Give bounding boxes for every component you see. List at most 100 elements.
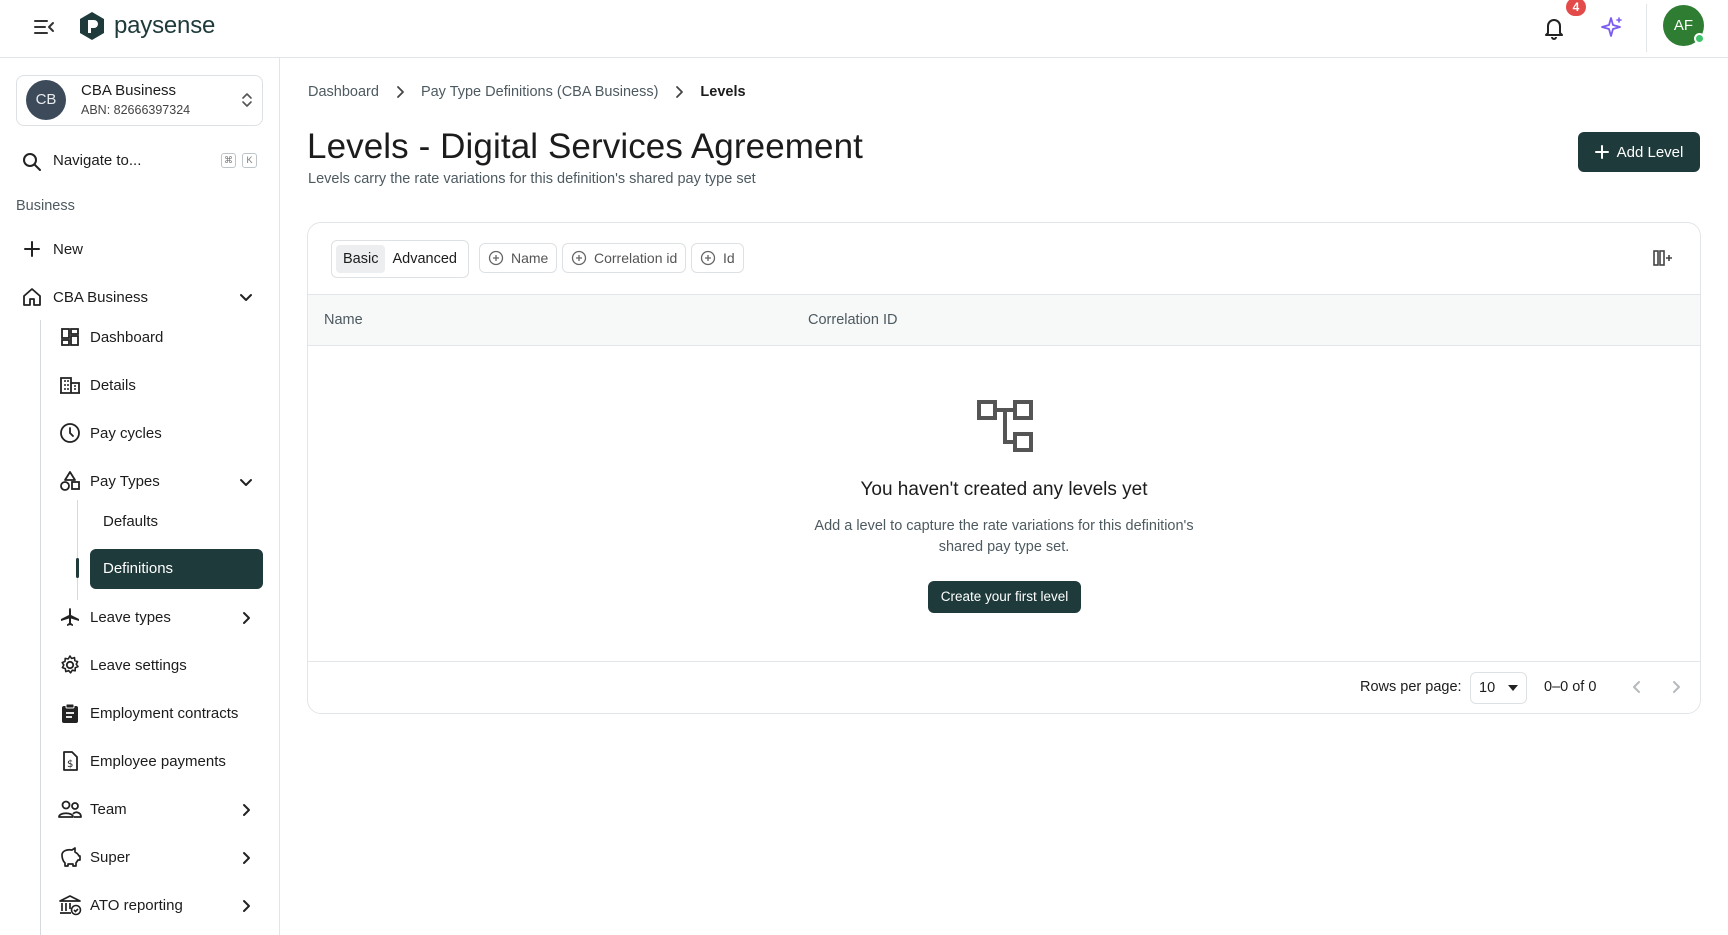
- notifications-bell-icon[interactable]: [1542, 15, 1566, 41]
- tree-line: [40, 320, 41, 935]
- sidebar-item-super[interactable]: Super: [58, 841, 260, 873]
- svg-text:$: $: [67, 759, 73, 770]
- add-circle-icon: [700, 250, 716, 266]
- add-level-button[interactable]: Add Level: [1578, 132, 1700, 172]
- org-name: CBA Business: [81, 82, 177, 99]
- dashboard-icon: [58, 325, 82, 349]
- sidebar-item-label: CBA Business: [53, 288, 149, 306]
- filter-chip-label: Id: [723, 250, 735, 266]
- filter-chip-correlation-id[interactable]: Correlation id: [562, 243, 687, 273]
- sidebar-item-dashboard[interactable]: Dashboard: [58, 321, 163, 353]
- sidebar-item-cba-business[interactable]: CBA Business: [20, 281, 260, 313]
- navigate-search[interactable]: Navigate to... ⌘ K: [20, 149, 265, 177]
- sidebar-item-label: Employee payments: [90, 752, 226, 770]
- logo-mark-icon: [80, 12, 104, 40]
- notification-count-badge: 4: [1566, 0, 1586, 16]
- sidebar-item-details[interactable]: Details: [58, 369, 136, 401]
- org-switcher[interactable]: CB CBA Business ABN: 82666397324: [16, 75, 263, 126]
- empty-state-line-2: shared pay type set.: [938, 539, 1070, 555]
- pagination-range: 0–0 of 0: [1544, 679, 1597, 695]
- invoice-dollar-icon: $: [58, 749, 82, 773]
- app-window: paysense 4 AF CB CBA Business ABN: 82666…: [0, 0, 1728, 935]
- section-label-business: Business: [16, 198, 75, 214]
- filter-chip-name[interactable]: Name: [479, 243, 558, 273]
- next-page-icon[interactable]: [1666, 677, 1686, 697]
- sidebar-item-label: Leave settings: [90, 656, 187, 674]
- airplane-icon: [58, 605, 82, 629]
- column-header-correlation-id[interactable]: Correlation ID: [808, 312, 897, 328]
- add-circle-icon: [488, 250, 504, 266]
- mode-advanced-button[interactable]: Advanced: [385, 245, 464, 273]
- add-circle-icon: [571, 250, 587, 266]
- chevron-right-icon: [243, 612, 250, 624]
- rows-per-page-value: 10: [1479, 680, 1496, 696]
- sidebar-item-employment-contracts[interactable]: Employment contracts: [58, 697, 238, 729]
- ai-sparkle-icon[interactable]: [1600, 15, 1624, 39]
- sidebar-item-employee-payments[interactable]: $ Employee payments: [58, 745, 226, 777]
- sidebar: CB CBA Business ABN: 82666397324 Navigat…: [0, 58, 280, 935]
- online-status-dot: [1694, 33, 1705, 44]
- chevron-right-icon: [676, 86, 684, 98]
- sidebar-item-ato-reporting[interactable]: ATO reporting: [58, 889, 260, 921]
- kbd-cmd: ⌘: [221, 153, 236, 168]
- filter-mode-toggle: Basic Advanced: [331, 240, 469, 278]
- org-avatar: CB: [26, 80, 66, 120]
- chevron-down-icon: [240, 294, 252, 301]
- building-icon: [58, 373, 82, 397]
- chevron-down-icon: [240, 479, 252, 486]
- chevron-right-icon: [243, 852, 250, 864]
- chevron-right-icon: [243, 804, 250, 816]
- user-avatar[interactable]: AF: [1663, 5, 1705, 46]
- sidebar-item-defaults[interactable]: Defaults: [103, 505, 158, 537]
- breadcrumb-pay-type-definitions[interactable]: Pay Type Definitions (CBA Business): [421, 84, 658, 100]
- caret-down-icon: [1508, 685, 1518, 691]
- sidebar-item-label: ATO reporting: [90, 896, 183, 914]
- mode-basic-button[interactable]: Basic: [336, 245, 386, 273]
- sidebar-item-label: Leave types: [90, 608, 171, 626]
- topbar-divider: [1646, 4, 1647, 52]
- shapes-icon: [58, 469, 82, 493]
- previous-page-icon[interactable]: [1627, 677, 1647, 697]
- breadcrumb: Dashboard Pay Type Definitions (CBA Busi…: [308, 84, 746, 100]
- empty-state-description: Add a level to capture the rate variatio…: [308, 516, 1700, 558]
- empty-state-line-1: Add a level to capture the rate variatio…: [814, 518, 1194, 534]
- sidebar-item-leave-settings[interactable]: Leave settings: [58, 649, 187, 681]
- sidebar-item-label: New: [53, 240, 84, 258]
- sidebar-item-pay-cycles[interactable]: Pay cycles: [58, 417, 162, 449]
- table-pagination: Rows per page: 10 0–0 of 0: [308, 661, 1700, 713]
- tree-line-sub: [77, 500, 78, 600]
- sidebar-item-label: Details: [90, 376, 136, 394]
- sidebar-item-team[interactable]: Team: [58, 793, 260, 825]
- brand-logo[interactable]: paysense: [78, 11, 215, 41]
- unfold-icon: [242, 93, 252, 107]
- clock-icon: [58, 421, 82, 445]
- filter-chip-id[interactable]: Id: [691, 243, 744, 273]
- sidebar-item-pay-types[interactable]: Pay Types: [58, 465, 260, 497]
- plus-icon: [20, 237, 44, 261]
- sidebar-item-definitions[interactable]: Definitions: [90, 549, 263, 589]
- rows-per-page-select[interactable]: 10: [1470, 672, 1527, 704]
- page-subtitle: Levels carry the rate variations for thi…: [308, 171, 756, 187]
- sidebar-item-label: Pay Types: [90, 472, 160, 490]
- table-header: Name Correlation ID: [308, 294, 1700, 346]
- sidebar-item-leave-types[interactable]: Leave types: [58, 601, 260, 633]
- chevron-right-icon: [397, 86, 404, 98]
- rows-per-page-label: Rows per page:: [1360, 679, 1462, 695]
- page-title: Levels - Digital Services Agreement: [307, 127, 863, 166]
- sidebar-item-new[interactable]: New: [20, 233, 83, 265]
- piggy-bank-icon: [58, 845, 82, 869]
- menu-collapse-icon[interactable]: [32, 15, 56, 39]
- org-abn: ABN: 82666397324: [81, 103, 191, 117]
- navigate-label: Navigate to...: [53, 152, 142, 169]
- clipboard-icon: [58, 701, 82, 725]
- hierarchy-empty-icon: [977, 400, 1033, 452]
- filter-chip-label: Name: [511, 250, 549, 266]
- column-header-name[interactable]: Name: [324, 312, 363, 328]
- add-column-icon[interactable]: [1652, 247, 1674, 269]
- breadcrumb-dashboard[interactable]: Dashboard: [308, 84, 379, 100]
- sidebar-item-label: Pay cycles: [90, 424, 162, 442]
- government-building-icon: [58, 893, 82, 917]
- chevron-right-icon: [243, 900, 250, 912]
- plus-icon: [1594, 145, 1609, 159]
- create-first-level-button[interactable]: Create your first level: [928, 581, 1081, 613]
